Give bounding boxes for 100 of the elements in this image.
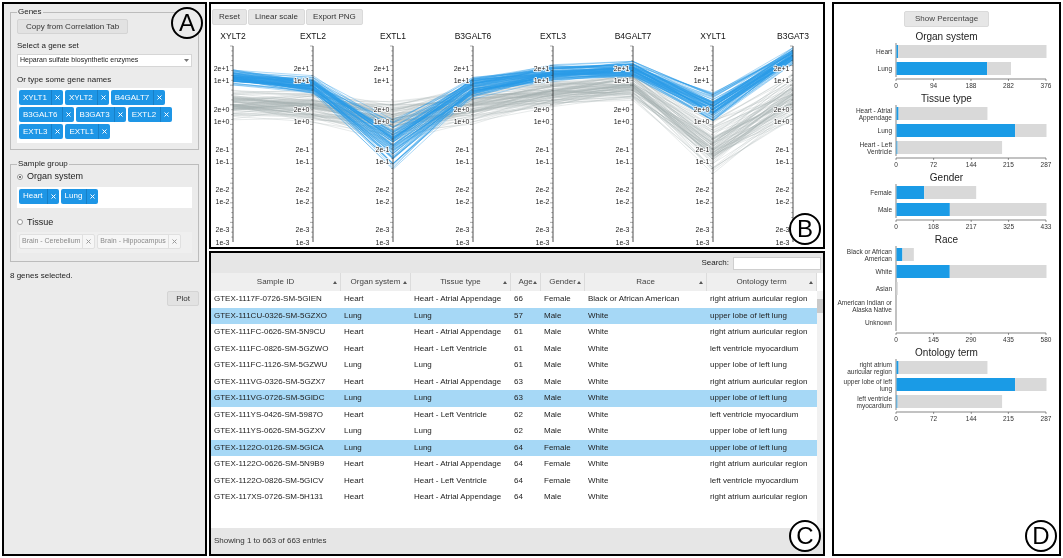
remove-tag-button[interactable] (113, 107, 126, 122)
table-cell: Female (544, 475, 571, 485)
column-header[interactable]: Age (511, 273, 541, 291)
column-header[interactable]: Gender (541, 273, 585, 291)
table-cell: Black or African American (588, 294, 680, 304)
table-cell: White (588, 459, 609, 469)
remove-tag-button[interactable] (96, 90, 109, 105)
table-cell: Heart - Left Ventricle (414, 409, 487, 419)
sort-icon (403, 281, 407, 284)
tag-label: B3GALT6 (22, 108, 59, 121)
search-label: Search: (701, 257, 729, 269)
tag-label: B3GAT3 (78, 108, 111, 121)
table-cell: 64 (514, 492, 523, 502)
table-cell: GTEX-111FC-1126-SM-5GZWU (214, 360, 328, 370)
show-percentage-button[interactable]: Show Percentage (903, 11, 990, 27)
sort-icon (577, 281, 581, 284)
remove-icon (86, 239, 92, 244)
remove-tag-button[interactable] (50, 90, 63, 105)
copy-button[interactable]: Copy from Correlation Tab (17, 19, 129, 34)
remove-icon (50, 193, 56, 199)
table-cell: White (588, 475, 609, 485)
table-cell: Lung (414, 310, 432, 320)
table-cell: Female (544, 459, 571, 469)
table-cell: GTEX-111VG-0326-SM-5GZX7 (214, 376, 326, 386)
table-cell: White (588, 442, 609, 452)
table-cell: 64 (514, 475, 523, 485)
axis-title: XYLT1 (700, 31, 726, 41)
table-cell: GTEX-111FC-0826-SM-5GZWO (214, 343, 329, 353)
axis-title: B3GALT6 (454, 31, 492, 41)
table-cell: 64 (514, 442, 523, 452)
table-cell: right atrium auricular region (710, 492, 808, 502)
column-header[interactable]: Race (585, 273, 707, 291)
sort-icon (503, 281, 507, 284)
table-row[interactable]: GTEX-111VG-0726-SM-5GIDC Lung Lung 63 Male White upper lobe of left lung (211, 390, 817, 407)
table-cell: White (588, 426, 609, 436)
table-cell: Heart (344, 327, 364, 337)
toolbar-button[interactable]: Reset (212, 9, 247, 25)
table-cell: right atrium auricular region (710, 327, 808, 337)
radio-button[interactable] (17, 219, 23, 226)
tag-label: XYLT2 (67, 91, 94, 104)
sort-icon (699, 281, 703, 284)
table-cell: Heart - Atrial Appendage (414, 492, 502, 502)
y-axis (895, 105, 897, 157)
field-label: Select a gene set (17, 40, 80, 52)
table-cell: 63 (514, 393, 523, 403)
table-cell: White (588, 343, 609, 353)
remove-tag-button[interactable] (46, 188, 59, 204)
search-field[interactable] (733, 256, 821, 270)
table-cell: GTEX-111VG-0726-SM-5GIDC (214, 393, 325, 403)
table-cell: 61 (514, 327, 523, 337)
axis-title: EXTL3 (540, 31, 566, 41)
chart-title: Gender (928, 172, 965, 184)
table-cell: Lung (414, 360, 432, 370)
remove-icon (65, 112, 71, 117)
radio-button[interactable] (17, 173, 23, 180)
toolbar-button[interactable]: Linear scale (247, 9, 306, 25)
table-cell: Lung (344, 442, 362, 452)
column-header[interactable]: Organ system (341, 273, 411, 291)
toolbar-button[interactable]: Export PNG (306, 9, 363, 25)
panel-label: B (789, 213, 821, 245)
remove-icon (164, 112, 170, 117)
chart-title: Ontology term (914, 347, 979, 359)
table-cell: Female (544, 442, 571, 452)
axis-title: XYLT2 (220, 31, 246, 41)
table-cell: Male (544, 310, 562, 320)
column-header[interactable]: Sample ID (211, 273, 341, 291)
table-cell: upper lobe of left lung (710, 310, 787, 320)
table-cell: Male (544, 393, 562, 403)
table-cell: Lung (344, 310, 362, 320)
table-cell: Lung (414, 442, 432, 452)
axis-title: B3GAT3 (777, 31, 809, 41)
scrollbar[interactable] (817, 291, 823, 528)
remove-tag-button[interactable] (97, 124, 110, 139)
remove-tag-button[interactable] (61, 107, 74, 122)
y-axis (895, 184, 897, 219)
sort-icon (333, 281, 337, 284)
table-cell: Heart - Left Ventricle (414, 475, 487, 485)
table-cell: upper lobe of left lung (710, 360, 787, 370)
table-cell: Heart - Atrial Appendage (414, 294, 502, 304)
column-header[interactable]: Ontology term (707, 273, 817, 291)
column-header[interactable]: Tissue type (411, 273, 511, 291)
table-cell: upper lobe of left lung (710, 426, 787, 436)
table-cell: GTEX-1122O-0826-SM-5GICV (214, 475, 324, 485)
table-cell: Lung (344, 360, 362, 370)
table-cell: Heart (344, 343, 364, 353)
remove-icon (54, 95, 60, 100)
group-legend: Genes (17, 6, 43, 18)
table-cell: Lung (414, 426, 432, 436)
plot-button[interactable]: Plot (167, 291, 199, 306)
table-cell: Lung (344, 426, 362, 436)
table-cell: Male (544, 409, 562, 419)
table-cell: upper lobe of left lung (710, 442, 787, 452)
table-cell: 63 (514, 376, 523, 386)
table-cell: Heart - Atrial Appendage (414, 459, 502, 469)
table-cell: 66 (514, 294, 523, 304)
tag-label: Lung (63, 190, 84, 202)
table-cell: Lung (414, 393, 432, 403)
table-cell: 57 (514, 310, 523, 320)
table-cell: left ventricle myocardium (710, 409, 799, 419)
table-cell: GTEX-117XS-0726-SM-5H131 (214, 492, 324, 502)
